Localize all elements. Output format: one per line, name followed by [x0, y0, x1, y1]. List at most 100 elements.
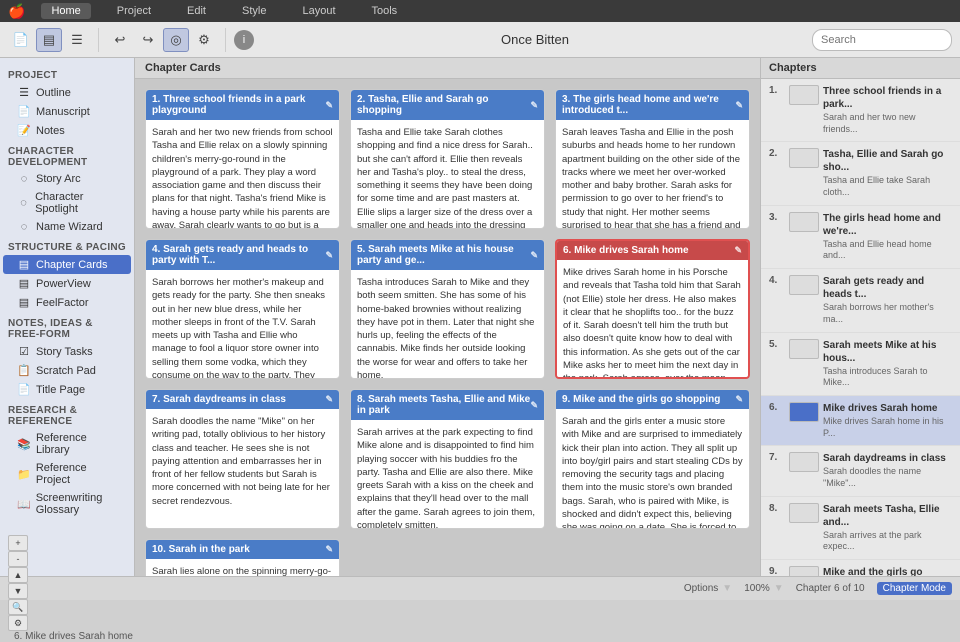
sidebar-item-glossary[interactable]: 📖 Screenwriting Glossary	[3, 489, 131, 519]
ref-project-icon: 📁	[17, 468, 31, 481]
card-title-1: 1. Three school friends in a park playgr…	[152, 94, 325, 116]
info-button[interactable]: i	[234, 30, 254, 50]
chapter-thumb-1	[789, 85, 819, 105]
sidebar-item-reference-library[interactable]: 📚 Reference Library	[3, 429, 131, 459]
sidebar-item-name-wizard[interactable]: ◌ Name Wizard	[3, 218, 131, 236]
toolbar: 📄 ▤ ☰ ↩ ↪ ◎ ⚙ i Once Bitten	[0, 22, 960, 58]
card-body-1: Sarah and her two new friends from schoo…	[146, 120, 339, 228]
chapter-thumb-6	[789, 402, 819, 422]
chapters-panel: Chapters 1. Three school friends in a pa…	[760, 58, 960, 576]
tab-project[interactable]: Project	[107, 3, 161, 19]
card-header-8: 8. Sarah meets Tasha, Ellie and Mike in …	[351, 390, 544, 420]
target-btn[interactable]: ◎	[163, 28, 189, 52]
card-title-6: 6. Mike drives Sarah home	[563, 245, 689, 256]
chapter-item-8[interactable]: 8. Sarah meets Tasha, Ellie and... Sarah…	[761, 497, 960, 560]
chapter-num-2: 2.	[769, 148, 785, 159]
tab-style[interactable]: Style	[232, 3, 276, 19]
card-2[interactable]: 2. Tasha, Ellie and Sarah go shopping✎Ta…	[350, 89, 545, 229]
chapters-header: Chapters	[761, 58, 960, 79]
undo-btn[interactable]: ↩	[107, 28, 133, 52]
sidebar-item-manuscript[interactable]: 📄 Manuscript	[3, 102, 131, 121]
card-icon-4: ✎	[325, 250, 333, 261]
card-title-5: 5. Sarah meets Mike at his house party a…	[357, 244, 530, 266]
chapter-item-7[interactable]: 7. Sarah daydreams in class Sarah doodle…	[761, 446, 960, 496]
cards-grid: 1. Three school friends in a park playgr…	[135, 79, 760, 576]
sidebar-item-character-spotlight[interactable]: ◌ Character Spotlight	[3, 188, 131, 218]
chapter-subtitle-3: Tasha and Ellie head home and...	[823, 239, 952, 262]
chapter-subtitle-5: Tasha introduces Sarah to Mike...	[823, 366, 952, 389]
card-header-5: 5. Sarah meets Mike at his house party a…	[351, 240, 544, 270]
card-body-8: Sarah arrives at the park expecting to f…	[351, 420, 544, 528]
down-btn[interactable]: ▼	[8, 583, 28, 599]
outline-btn[interactable]: ☰	[64, 28, 90, 52]
chapter-item-3[interactable]: 3. The girls head home and we're... Tash…	[761, 206, 960, 269]
card-title-2: 2. Tasha, Ellie and Sarah go shopping	[357, 94, 530, 116]
chapters-list: 1. Three school friends in a park... Sar…	[761, 79, 960, 576]
card-header-7: 7. Sarah daydreams in class✎	[146, 390, 339, 409]
card-5[interactable]: 5. Sarah meets Mike at his house party a…	[350, 239, 545, 379]
chapter-item-5[interactable]: 5. Sarah meets Mike at his hous... Tasha…	[761, 333, 960, 396]
tab-home[interactable]: Home	[41, 3, 90, 19]
cards-btn[interactable]: ▤	[36, 28, 62, 52]
card-9[interactable]: 9. Mike and the girls go shopping✎Sarah …	[555, 389, 750, 529]
chapter-num-9: 9.	[769, 566, 785, 576]
card-body-7: Sarah doodles the name "Mike" on her wri…	[146, 409, 339, 528]
card-icon-1: ✎	[325, 100, 333, 111]
card-3[interactable]: 3. The girls head home and we're introdu…	[555, 89, 750, 229]
card-8[interactable]: 8. Sarah meets Tasha, Ellie and Mike in …	[350, 389, 545, 529]
sidebar-item-notes[interactable]: 📝 Notes	[3, 121, 131, 140]
search-btn[interactable]: 🔍	[8, 599, 28, 615]
sidebar-item-story-tasks[interactable]: ☑ Story Tasks	[3, 342, 131, 361]
sidebar-item-reference-project[interactable]: 📁 Reference Project	[3, 459, 131, 489]
card-7[interactable]: 7. Sarah daydreams in class✎Sarah doodle…	[145, 389, 340, 529]
sidebar-item-story-arc[interactable]: ◌ Story Arc	[3, 170, 131, 188]
chapter-item-1[interactable]: 1. Three school friends in a park... Sar…	[761, 79, 960, 142]
card-4[interactable]: 4. Sarah gets ready and heads to party w…	[145, 239, 340, 379]
sidebar-item-scratch-pad[interactable]: 📋 Scratch Pad	[3, 361, 131, 380]
glossary-icon: 📖	[17, 498, 31, 511]
chapter-num-1: 1.	[769, 85, 785, 96]
sidebar-item-chapter-cards[interactable]: ▤ Chapter Cards	[3, 255, 131, 274]
options-label[interactable]: Options	[684, 583, 718, 594]
chapter-title-6: Mike drives Sarah home	[823, 402, 952, 415]
sidebar-item-feelfactor[interactable]: ▤ FeelFactor	[3, 293, 131, 312]
content-area: Chapter Cards 1. Three school friends in…	[135, 58, 760, 576]
card-icon-3: ✎	[735, 100, 743, 111]
chapter-item-9[interactable]: 9. Mike and the girls go shoppin... Sara…	[761, 560, 960, 576]
chapter-item-6[interactable]: 6. Mike drives Sarah home Mike drives Sa…	[761, 396, 960, 446]
add-btn[interactable]: +	[8, 535, 28, 551]
card-1[interactable]: 1. Three school friends in a park playgr…	[145, 89, 340, 229]
card-header-3: 3. The girls head home and we're introdu…	[556, 90, 749, 120]
sidebar-item-outline[interactable]: ☰ Outline	[3, 83, 131, 102]
up-btn[interactable]: ▲	[8, 567, 28, 583]
redo-btn[interactable]: ↪	[135, 28, 161, 52]
card-6[interactable]: 6. Mike drives Sarah home✎Mike drives Sa…	[555, 239, 750, 379]
chapter-num-3: 3.	[769, 212, 785, 223]
tab-edit[interactable]: Edit	[177, 3, 216, 19]
chapter-item-4[interactable]: 4. Sarah gets ready and heads t... Sarah…	[761, 269, 960, 332]
chapter-thumb-5	[789, 339, 819, 359]
tab-layout[interactable]: Layout	[292, 3, 345, 19]
card-header-6: 6. Mike drives Sarah home✎	[557, 241, 748, 260]
search-input[interactable]	[812, 29, 952, 51]
chapter-text-9: Mike and the girls go shoppin... Sarah a…	[823, 566, 952, 576]
chapter-text-7: Sarah daydreams in class Sarah doodles t…	[823, 452, 952, 489]
tab-tools[interactable]: Tools	[362, 3, 408, 19]
gear-btn[interactable]: ⚙	[191, 28, 217, 52]
sidebar-item-powerview[interactable]: ▤ PowerView	[3, 274, 131, 293]
remove-btn[interactable]: -	[8, 551, 28, 567]
main-layout: Project ☰ Outline 📄 Manuscript 📝 Notes C…	[0, 58, 960, 576]
chapter-thumb-7	[789, 452, 819, 472]
chapter-item-2[interactable]: 2. Tasha, Ellie and Sarah go sho... Tash…	[761, 142, 960, 205]
chapter-text-8: Sarah meets Tasha, Ellie and... Sarah ar…	[823, 503, 952, 553]
card-icon-5: ✎	[530, 250, 538, 261]
gear-btn-bottom[interactable]: ⚙	[8, 615, 28, 631]
sidebar-item-title-page[interactable]: 📄 Title Page	[3, 380, 131, 399]
feel-icon: ▤	[17, 296, 31, 309]
card-body-6: Mike drives Sarah home in his Porsche an…	[557, 260, 748, 377]
sidebar-section-research: Research & Reference	[0, 399, 134, 429]
chapter-thumb-8	[789, 503, 819, 523]
sidebar-section-notes: Notes, Ideas & Free-Form	[0, 312, 134, 342]
chapter-text-3: The girls head home and we're... Tasha a…	[823, 212, 952, 262]
new-btn[interactable]: 📄	[8, 28, 34, 52]
